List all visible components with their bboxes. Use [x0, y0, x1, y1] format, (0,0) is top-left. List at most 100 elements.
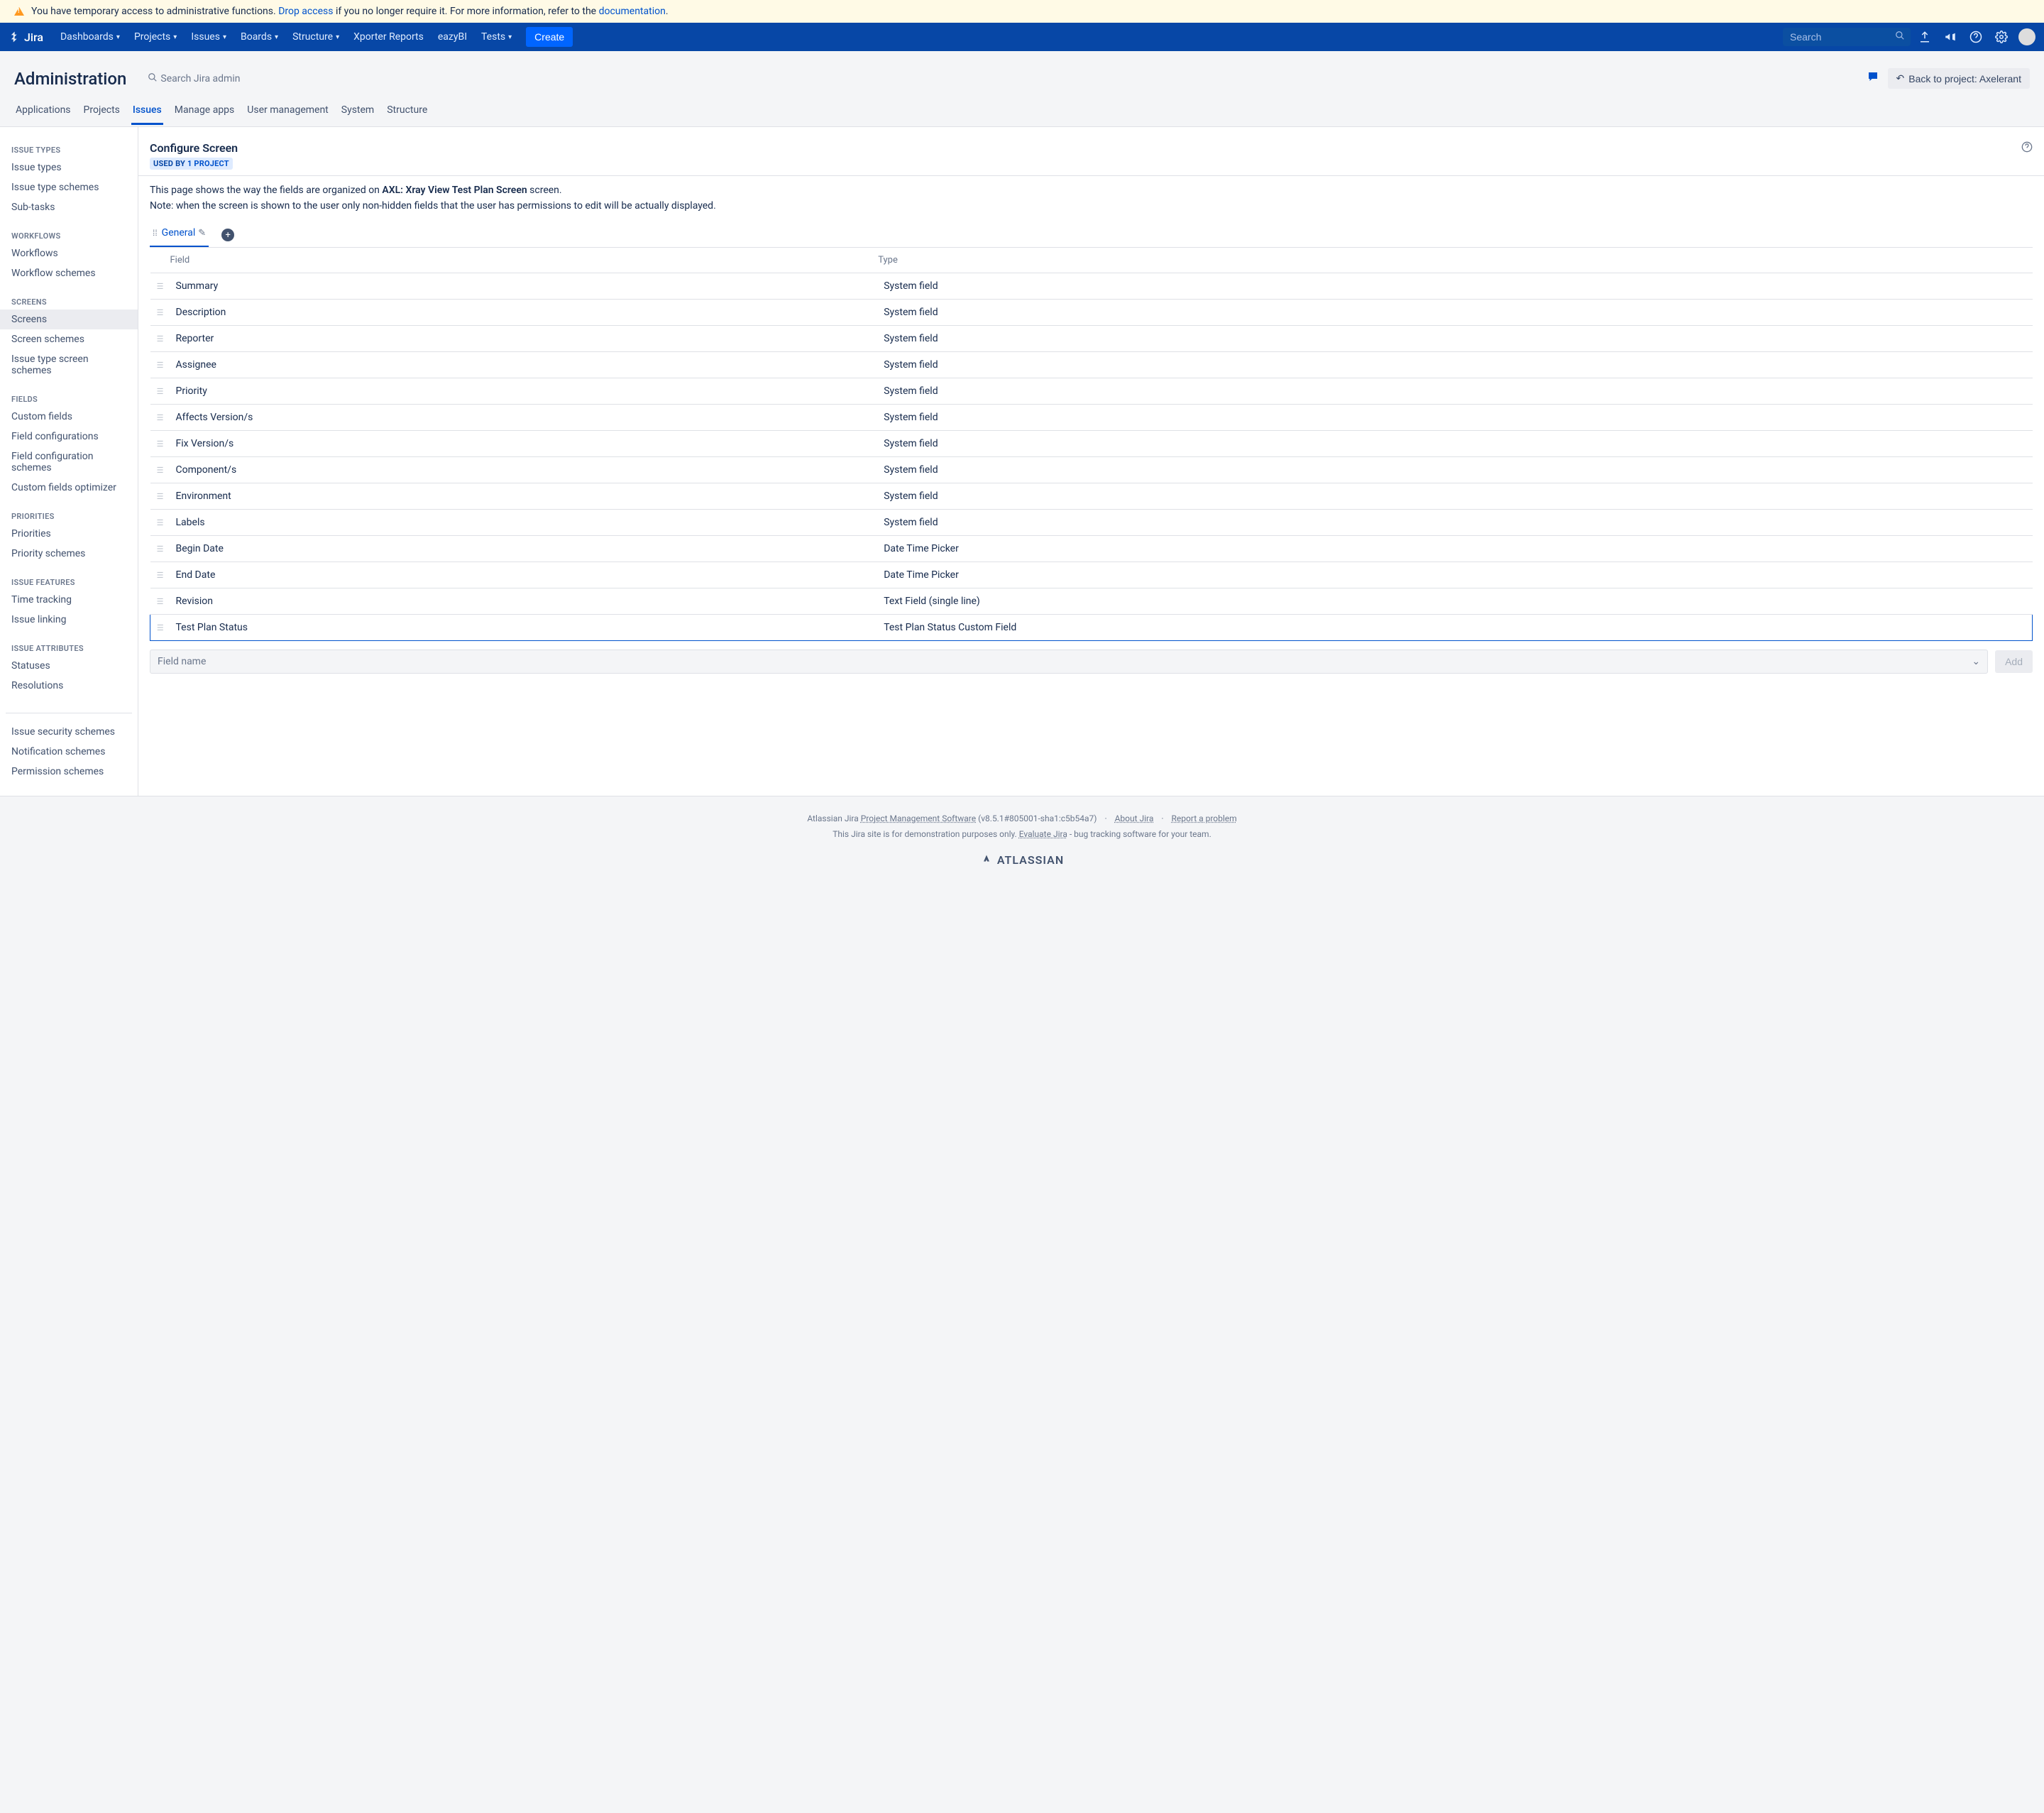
drag-handle-icon[interactable]: ☰: [150, 352, 170, 378]
col-type: Type: [878, 248, 2032, 273]
drag-handle-icon[interactable]: ☰: [150, 615, 170, 641]
field-type-cell: System field: [878, 510, 2032, 536]
drag-handle-icon[interactable]: ☰: [150, 326, 170, 352]
field-row[interactable]: ☰Fix Version/sSystem field: [150, 431, 2033, 457]
nav-issues[interactable]: Issues▾: [184, 23, 233, 51]
sidebar-item-issue-security-schemes[interactable]: Issue security schemes: [0, 722, 138, 742]
drag-handle-icon[interactable]: ☰: [150, 300, 170, 326]
admin-tab-user-management[interactable]: User management: [246, 100, 329, 125]
nav-dashboards[interactable]: Dashboards▾: [53, 23, 127, 51]
primary-nav: Jira Dashboards▾Projects▾Issues▾Boards▾S…: [0, 23, 2044, 51]
nav-xporter-reports[interactable]: Xporter Reports: [346, 23, 431, 51]
help-icon[interactable]: [1965, 26, 1987, 48]
page-title: Configure Screen: [150, 141, 238, 155]
field-row[interactable]: ☰EnvironmentSystem field: [150, 483, 2033, 510]
sidebar-item-notification-schemes[interactable]: Notification schemes: [0, 742, 138, 762]
field-row[interactable]: ☰AssigneeSystem field: [150, 352, 2033, 378]
sidebar-item-field-configurations[interactable]: Field configurations: [0, 427, 138, 447]
nav-eazybi[interactable]: eazyBI: [431, 23, 474, 51]
sidebar-section-title: WORKFLOWS: [0, 226, 138, 243]
nav-tests[interactable]: Tests▾: [474, 23, 519, 51]
upload-icon[interactable]: [1913, 26, 1936, 48]
sidebar-item-statuses[interactable]: Statuses: [0, 656, 138, 676]
admin-access-banner: You have temporary access to administrat…: [0, 0, 2044, 23]
sidebar-item-priorities[interactable]: Priorities: [0, 524, 138, 544]
edit-icon[interactable]: ✎: [198, 228, 206, 239]
field-name-cell: Summary: [170, 273, 879, 300]
sidebar-item-workflows[interactable]: Workflows: [0, 243, 138, 263]
jira-logo[interactable]: Jira: [9, 31, 43, 44]
field-row[interactable]: ☰PrioritySystem field: [150, 378, 2033, 405]
used-by-badge[interactable]: USED BY 1 PROJECT: [150, 158, 233, 170]
sidebar-item-issue-type-screen-schemes[interactable]: Issue type screen schemes: [0, 349, 138, 380]
field-row[interactable]: ☰LabelsSystem field: [150, 510, 2033, 536]
drag-handle-icon[interactable]: ☰: [150, 536, 170, 562]
admin-tab-manage-apps[interactable]: Manage apps: [173, 100, 236, 125]
announcement-icon[interactable]: [1939, 26, 1962, 48]
page-help-icon[interactable]: [2021, 141, 2033, 155]
field-row[interactable]: ☰Component/sSystem field: [150, 457, 2033, 483]
back-to-project-button[interactable]: ↶ Back to project: Axelerant: [1888, 68, 2031, 89]
sidebar-item-screen-schemes[interactable]: Screen schemes: [0, 329, 138, 349]
chevron-down-icon: ▾: [275, 33, 278, 41]
admin-tab-structure[interactable]: Structure: [385, 100, 429, 125]
feedback-icon[interactable]: [1867, 70, 1879, 87]
field-row[interactable]: ☰DescriptionSystem field: [150, 300, 2033, 326]
nav-structure[interactable]: Structure▾: [285, 23, 346, 51]
drop-access-link[interactable]: Drop access: [278, 6, 333, 17]
sidebar-item-time-tracking[interactable]: Time tracking: [0, 590, 138, 610]
quick-search-input[interactable]: [1783, 28, 1911, 46]
tab-general[interactable]: ⁞⁞ General ✎: [150, 223, 209, 247]
create-button[interactable]: Create: [526, 27, 573, 47]
field-row[interactable]: ☰SummarySystem field: [150, 273, 2033, 300]
admin-search-link[interactable]: Search Jira admin: [148, 72, 240, 85]
sidebar-item-sub-tasks[interactable]: Sub-tasks: [0, 197, 138, 217]
user-avatar[interactable]: [2018, 28, 2035, 45]
sidebar-item-custom-fields[interactable]: Custom fields: [0, 407, 138, 427]
add-field-button[interactable]: Add: [1995, 650, 2033, 673]
admin-tab-system[interactable]: System: [340, 100, 375, 125]
warning-icon: [14, 7, 24, 16]
field-row[interactable]: ☰RevisionText Field (single line): [150, 588, 2033, 615]
drag-handle-icon[interactable]: ☰: [150, 378, 170, 405]
atlassian-logo[interactable]: ATLASSIAN: [14, 852, 2030, 867]
sidebar-item-resolutions[interactable]: Resolutions: [0, 676, 138, 696]
sidebar-item-issue-linking[interactable]: Issue linking: [0, 610, 138, 630]
admin-tab-issues[interactable]: Issues: [131, 100, 163, 125]
drag-handle-icon[interactable]: ☰: [150, 457, 170, 483]
field-row[interactable]: ☰Begin DateDate Time Picker: [150, 536, 2033, 562]
sidebar-item-field-configuration-schemes[interactable]: Field configuration schemes: [0, 447, 138, 478]
field-name-select[interactable]: Field name ⌄: [150, 650, 1988, 674]
add-field-row: Field name ⌄ Add: [150, 650, 2033, 674]
drag-handle-icon[interactable]: ☰: [150, 273, 170, 300]
settings-icon[interactable]: [1990, 26, 2013, 48]
drag-handle-icon[interactable]: ☰: [150, 431, 170, 457]
add-tab-button[interactable]: +: [221, 229, 234, 241]
drag-handle-icon[interactable]: ☰: [150, 562, 170, 588]
field-row[interactable]: ☰Affects Version/sSystem field: [150, 405, 2033, 431]
documentation-link[interactable]: documentation: [599, 6, 666, 17]
sidebar-item-custom-fields-optimizer[interactable]: Custom fields optimizer: [0, 478, 138, 498]
drag-handle-icon[interactable]: ☰: [150, 510, 170, 536]
drag-handle-icon[interactable]: ☰: [150, 483, 170, 510]
sidebar-item-workflow-schemes[interactable]: Workflow schemes: [0, 263, 138, 283]
evaluate-jira-link[interactable]: Evaluate Jira: [1019, 829, 1067, 839]
field-row[interactable]: ☰ReporterSystem field: [150, 326, 2033, 352]
sidebar-item-issue-types[interactable]: Issue types: [0, 158, 138, 177]
sidebar-item-issue-type-schemes[interactable]: Issue type schemes: [0, 177, 138, 197]
drag-handle-icon[interactable]: ☰: [150, 405, 170, 431]
sidebar-section-title: SCREENS: [0, 292, 138, 310]
pm-software-link[interactable]: Project Management Software: [861, 814, 976, 823]
sidebar-item-screens[interactable]: Screens: [0, 310, 138, 329]
sidebar-item-priority-schemes[interactable]: Priority schemes: [0, 544, 138, 564]
admin-tab-projects[interactable]: Projects: [82, 100, 121, 125]
drag-handle-icon[interactable]: ☰: [150, 588, 170, 615]
admin-tab-applications[interactable]: Applications: [14, 100, 72, 125]
nav-boards[interactable]: Boards▾: [233, 23, 285, 51]
field-row[interactable]: ☰End DateDate Time Picker: [150, 562, 2033, 588]
nav-projects[interactable]: Projects▾: [127, 23, 184, 51]
sidebar-item-permission-schemes[interactable]: Permission schemes: [0, 762, 138, 782]
field-row[interactable]: ☰Test Plan StatusTest Plan Status Custom…: [150, 615, 2033, 641]
report-problem-link[interactable]: Report a problem: [1172, 814, 1237, 823]
about-jira-link[interactable]: About Jira: [1115, 814, 1154, 823]
